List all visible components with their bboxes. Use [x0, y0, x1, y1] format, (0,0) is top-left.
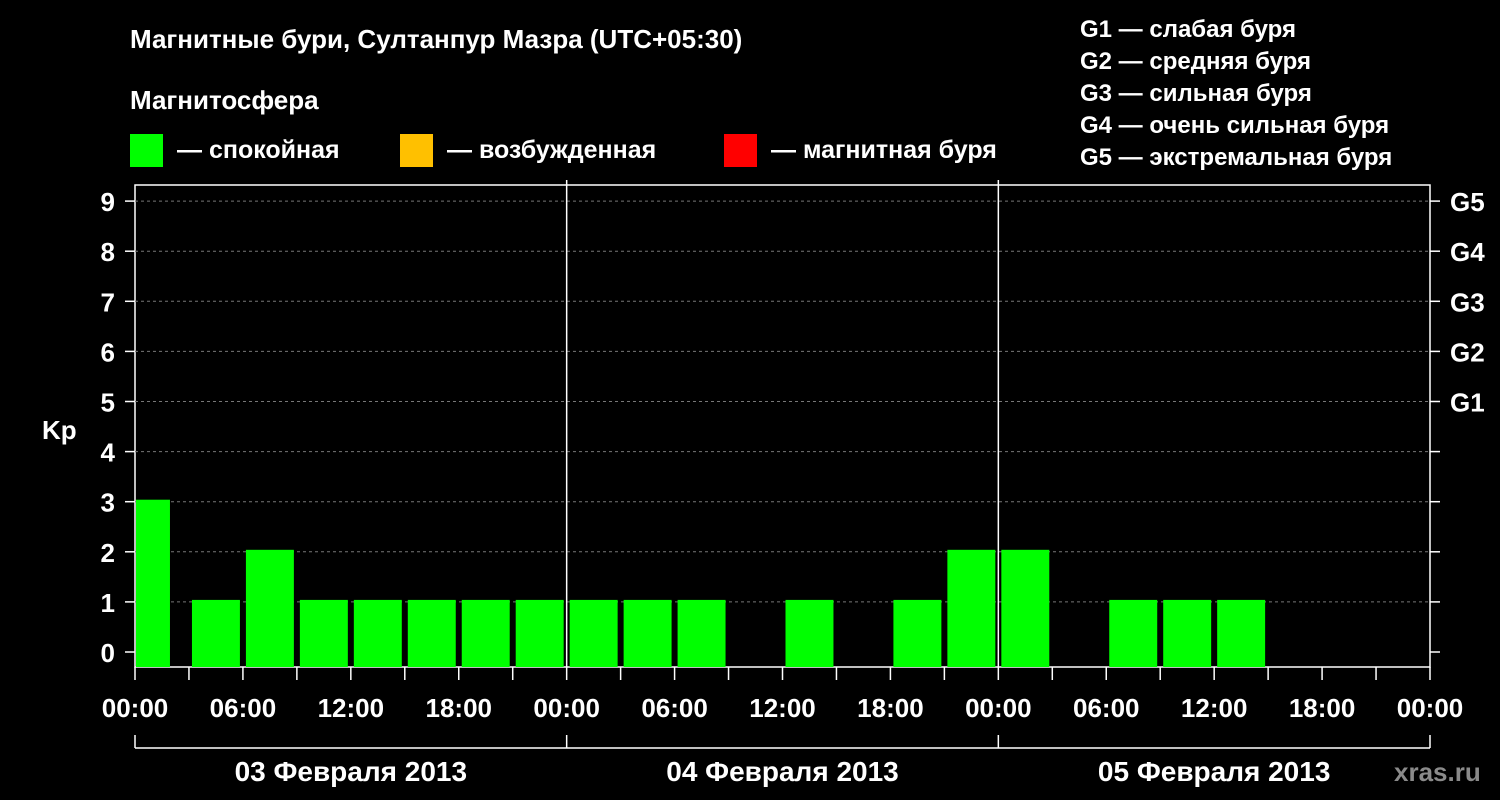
kp-bar: [245, 549, 294, 667]
y-tick-label: 6: [101, 337, 115, 367]
watermark: xras.ru: [1394, 757, 1481, 787]
kp-bar: [407, 599, 456, 667]
x-tick-label: 06:00: [210, 693, 277, 723]
chart-title: Магнитные бури, Султанпур Мазра (UTC+05:…: [130, 24, 742, 54]
kp-bar: [515, 599, 564, 667]
legend-swatch-active: [400, 134, 433, 167]
kp-bar: [461, 599, 510, 667]
kp-bar: [353, 599, 402, 667]
storm-level-label: G2: [1450, 337, 1485, 367]
y-tick-label: 9: [101, 187, 115, 217]
x-tick-label: 00:00: [102, 693, 169, 723]
x-tick-label: 00:00: [533, 693, 600, 723]
x-tick-label: 12:00: [318, 693, 385, 723]
day-label: 04 Февраля 2013: [666, 756, 898, 787]
y-axis-label: Kp: [42, 415, 77, 445]
day-label: 03 Февраля 2013: [235, 756, 467, 787]
storm-level-label: G3: [1450, 287, 1485, 317]
kp-bar: [1109, 599, 1158, 667]
kp-bar: [893, 599, 942, 667]
kp-bar: [1001, 549, 1050, 667]
storm-scale-legend: G1 — слабая буря G2 — средняя буря G3 — …: [1080, 16, 1392, 171]
y-tick-label: 7: [101, 287, 115, 317]
y-tick-label: 4: [101, 438, 116, 468]
x-tick-label: 12:00: [749, 693, 816, 723]
y-tick-label: 5: [101, 388, 115, 418]
legend-label-storm: — магнитная буря: [771, 136, 997, 164]
status-legend: — спокойная — возбужденная — магнитная б…: [130, 134, 997, 167]
x-tick-label: 18:00: [1289, 693, 1356, 723]
kp-bar: [299, 599, 348, 667]
kp-bar: [677, 599, 726, 667]
storm-scale-g3: G3 — сильная буря: [1080, 80, 1312, 107]
kp-bar: [785, 599, 834, 667]
x-tick-label: 18:00: [857, 693, 924, 723]
x-tick-label: 18:00: [426, 693, 493, 723]
kp-bar: [191, 599, 240, 667]
legend-swatch-storm: [724, 134, 757, 167]
x-tick-label: 06:00: [641, 693, 708, 723]
kp-bar: [623, 599, 672, 667]
y-tick-label: 0: [101, 638, 115, 668]
x-tick-label: 00:00: [965, 693, 1032, 723]
storm-scale-g4: G4 — очень сильная буря: [1080, 112, 1389, 139]
kp-bar: [1163, 599, 1212, 667]
storm-scale-g1: G1 — слабая буря: [1080, 16, 1296, 43]
kp-bar: [947, 549, 996, 667]
storm-level-label: G1: [1450, 388, 1485, 418]
legend-title: Магнитосфера: [130, 85, 319, 115]
kp-bar: [1217, 599, 1266, 667]
kp-bar: [569, 599, 618, 667]
kp-chart: Магнитные бури, Султанпур Мазра (UTC+05:…: [42, 16, 1485, 787]
legend-swatch-quiet: [130, 134, 163, 167]
legend-label-active: — возбужденная: [447, 136, 656, 164]
y-tick-label: 1: [101, 588, 115, 618]
y-tick-label: 3: [101, 488, 115, 518]
y-tick-label: 2: [101, 538, 115, 568]
storm-level-label: G4: [1450, 237, 1485, 267]
storm-scale-g5: G5 — экстремальная буря: [1080, 144, 1392, 171]
storm-scale-g2: G2 — средняя буря: [1080, 48, 1311, 75]
kp-bar: [136, 499, 170, 667]
x-tick-label: 12:00: [1181, 693, 1248, 723]
x-tick-label: 06:00: [1073, 693, 1140, 723]
storm-level-label: G5: [1450, 187, 1485, 217]
x-tick-label: 00:00: [1397, 693, 1464, 723]
day-label: 05 Февраля 2013: [1098, 756, 1330, 787]
plot-frame: [134, 184, 1431, 668]
y-tick-label: 8: [101, 237, 115, 267]
legend-label-quiet: — спокойная: [177, 136, 340, 164]
plot-area: 0 1 2 3 4 5 6 7 8 9 G1 G2 G3 G4 G5 00:00 06:00 12:00 18:00…: [101, 180, 1485, 787]
